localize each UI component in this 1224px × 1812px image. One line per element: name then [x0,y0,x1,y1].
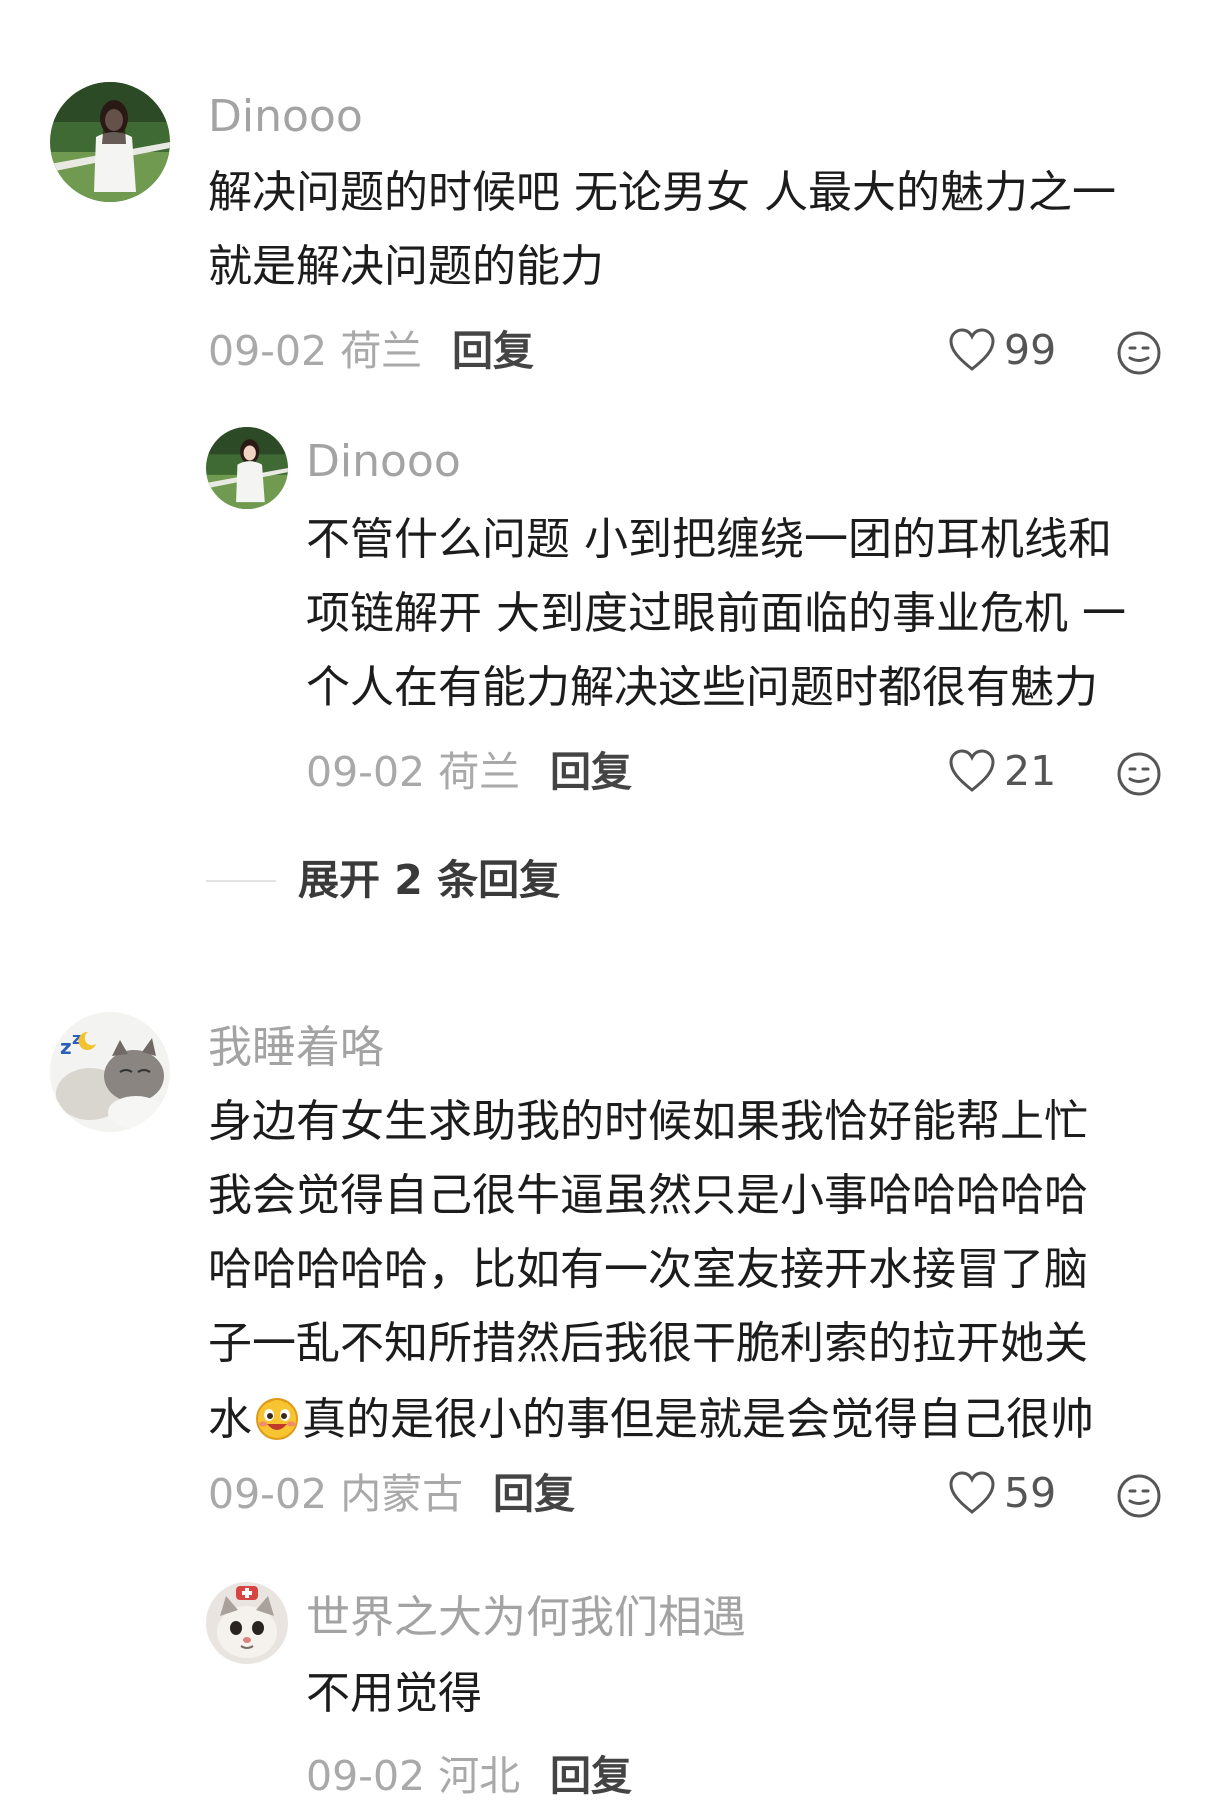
like-button[interactable]: 59 [948,1471,1056,1515]
reply-location: 荷兰 [438,748,521,796]
reply-meta: 09-02 荷兰 [306,752,520,793]
reply-text-line: 个人在有能力解决这些问题时都很有魅力 [306,662,1098,713]
reply-date: 09-02 [306,748,426,796]
reply-location: 河北 [438,1752,521,1800]
comment-location: 荷兰 [340,327,423,375]
emoji-reaction-button[interactable] [1116,751,1162,801]
divider [206,879,276,882]
reply-button[interactable]: 回复 [550,752,632,793]
like-count: 59 [1004,1468,1057,1517]
reply-date: 09-02 [306,1752,426,1800]
emoji-reaction-button[interactable] [1116,1473,1162,1523]
avatar-photo-woman-icon [206,427,288,509]
expand-replies-button[interactable]: 展开 2 条回复 [206,860,560,901]
like-button[interactable]: 21 [948,749,1056,793]
smiley-face-icon [1117,752,1161,796]
heart-outline-icon [949,328,995,371]
avatar[interactable] [206,1582,288,1664]
avatar-sleeping-cat-icon: z z [50,1012,170,1132]
comment-text-line: 哈哈哈哈哈，比如有一次室友接开水接冒了脑 [208,1244,1088,1295]
smiley-face-icon [1117,331,1161,375]
comment-text-line: 水真的是很小的事但是就是会觉得自己很帅 [208,1396,1094,1450]
comment-date: 09-02 [208,327,328,375]
reply-text-line: 不管什么问题 小到把缠绕一团的耳机线和 [306,514,1112,565]
comment-meta: 09-02 荷兰 [208,331,422,372]
comment-username[interactable]: 我睡着咯 [208,1026,384,1070]
grinning-face-emoji-icon [254,1396,300,1450]
like-count: 99 [1004,325,1057,374]
reply-username[interactable]: 世界之大为何我们相遇 [306,1596,746,1640]
comment-text-line: 就是解决问题的能力 [208,241,604,292]
avatar[interactable] [50,82,170,202]
emoji-reaction-button[interactable] [1116,330,1162,380]
reply-text-line: 项链解开 大到度过眼前面临的事业危机 一 [306,588,1126,639]
smiley-face-icon [1117,1474,1161,1518]
reply-username[interactable]: Dinooo [306,440,461,484]
reply-text-line: 不用觉得 [306,1668,482,1719]
comment-text-segment: 真的是很小的事但是就是会觉得自己很帅 [302,1394,1094,1445]
svg-text:z: z [60,1035,72,1059]
avatar-photo-woman-icon [50,82,170,202]
heart-outline-icon [949,1471,995,1514]
like-button[interactable]: 99 [948,328,1056,372]
comment-meta: 09-02 内蒙古 [208,1474,463,1515]
avatar-cat-face-icon [206,1582,288,1664]
expand-replies-label: 展开 2 条回复 [298,856,561,904]
comment-text-line: 子一乱不知所措然后我很干脆利索的拉开她关 [208,1318,1088,1369]
avatar[interactable] [206,427,288,509]
reply-button[interactable]: 回复 [493,1474,575,1515]
comment-date: 09-02 [208,1470,328,1518]
comment-text-line: 身边有女生求助我的时候如果我恰好能帮上忙 [208,1096,1088,1147]
comment-text-segment: 水 [208,1394,252,1445]
comment-username[interactable]: Dinooo [208,95,363,139]
like-count: 21 [1004,746,1057,795]
heart-outline-icon [949,749,995,792]
comment-location: 内蒙古 [340,1470,464,1518]
comment-text-line: 解决问题的时候吧 无论男女 人最大的魅力之一 [208,167,1116,218]
reply-button[interactable]: 回复 [452,331,534,372]
reply-button[interactable]: 回复 [550,1756,632,1797]
avatar[interactable]: z z [50,1012,170,1132]
comment-text-line: 我会觉得自己很牛逼虽然只是小事哈哈哈哈哈 [208,1170,1088,1221]
reply-meta: 09-02 河北 [306,1756,520,1797]
